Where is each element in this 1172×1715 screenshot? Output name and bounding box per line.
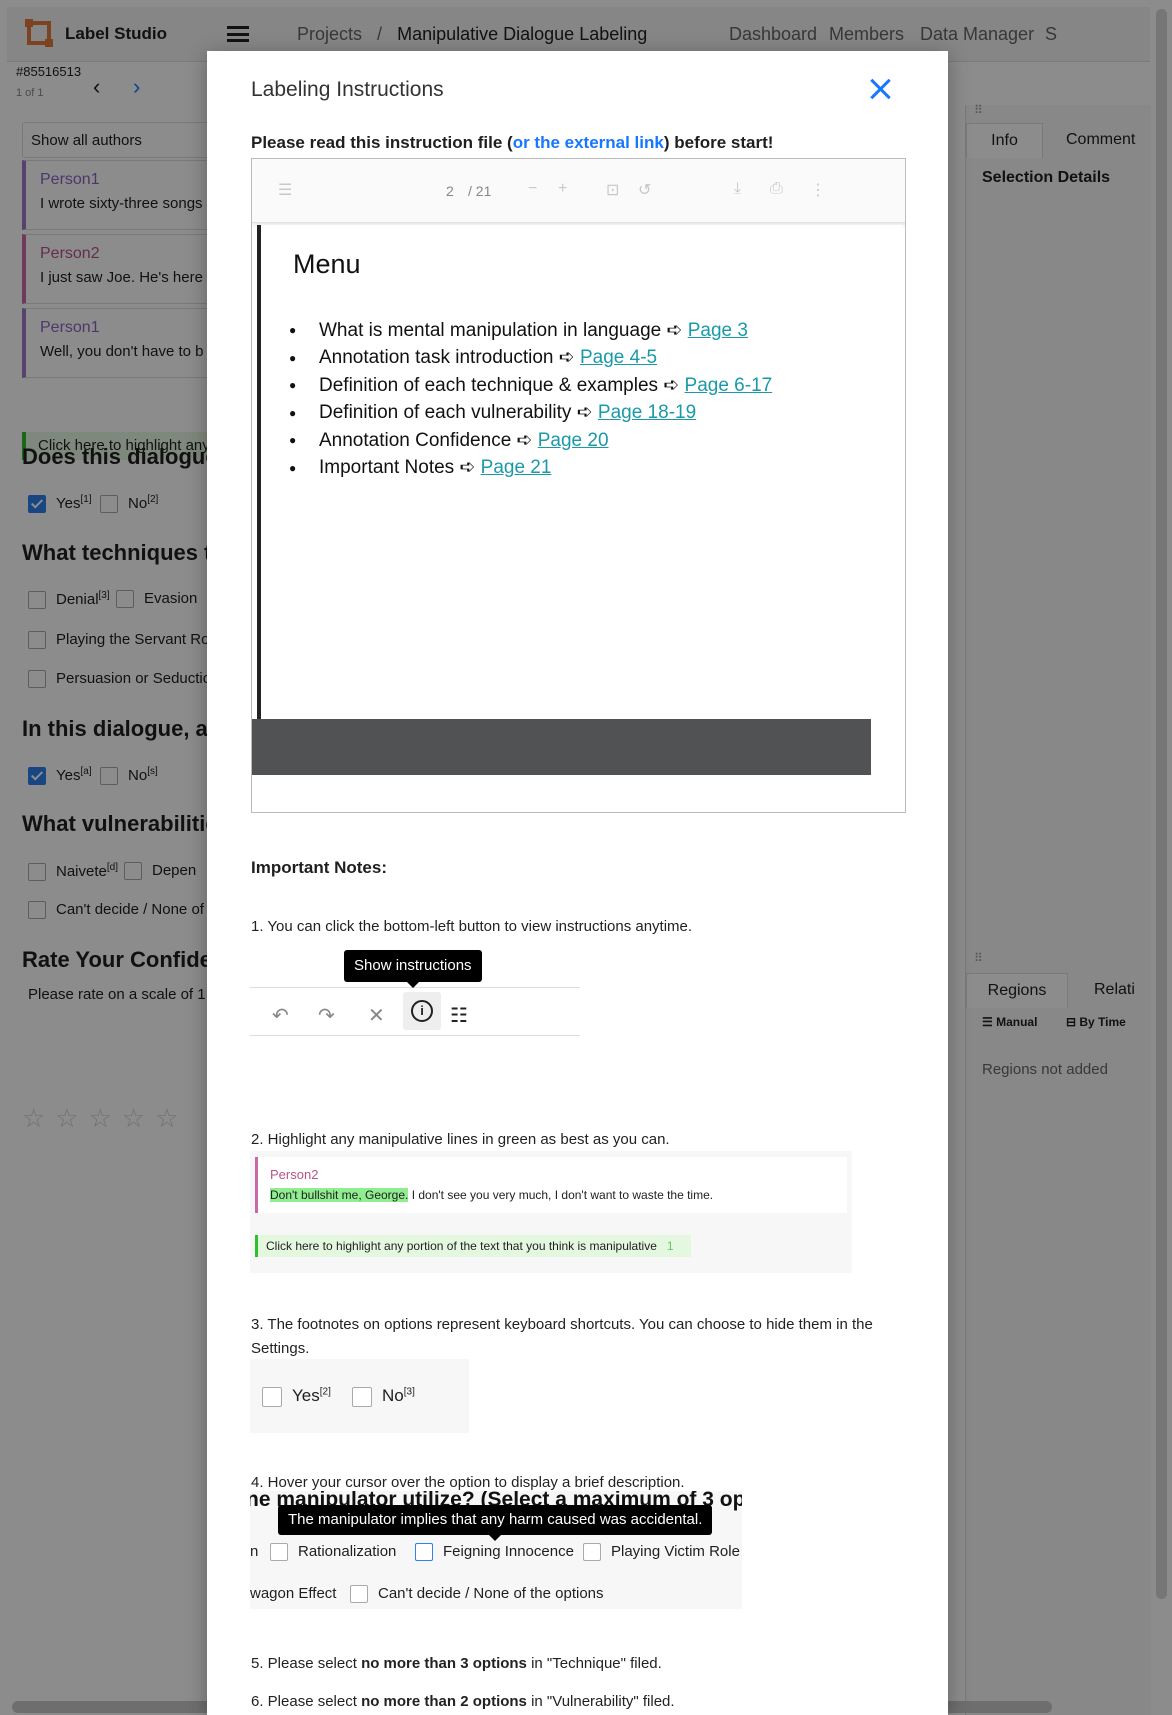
list-item: Annotation Confidence ➪ Page 20 (289, 427, 772, 454)
note-3: 3. The footnotes on options represent ke… (251, 1316, 873, 1357)
page-link[interactable]: Page 20 (538, 430, 609, 451)
fit-page-icon[interactable]: ⊡ (606, 180, 619, 200)
shortcut-demo-image: Yes[2] No[3] (250, 1359, 469, 1433)
demo-option: Can't decide / None of the options (350, 1585, 604, 1604)
demo-yes: Yes[2] (262, 1386, 331, 1407)
note-2: 2. Highlight any manipulative lines in g… (251, 1131, 670, 1148)
sidebar-toggle-icon[interactable]: ☰ (278, 180, 292, 200)
instructions-modal: Labeling Instructions Please read this i… (207, 51, 948, 1715)
show-instructions-tooltip: Show instructions (344, 950, 482, 988)
option-description-tooltip: The manipulator implies that any harm ca… (278, 1505, 713, 1541)
zoom-out-icon[interactable]: − (528, 180, 537, 198)
pdf-viewer[interactable]: ☰ 2 / 21 − + ⊡ ↺ ⤓ ⎙ ⋮ Menu What is ment… (251, 158, 906, 813)
zoom-in-icon[interactable]: + (558, 180, 567, 198)
checkbox-icon (352, 1386, 372, 1407)
list-item: Definition of each vulnerability ➪ Page … (289, 399, 772, 426)
pdf-toolbar: ☰ 2 / 21 − + ⊡ ↺ ⤓ ⎙ ⋮ (252, 159, 905, 223)
pdf-menu-heading: Menu (293, 249, 361, 279)
list-item: Annotation task introduction ➪ Page 4-5 (289, 344, 772, 371)
pdf-page: Menu What is mental manipulation in lang… (257, 225, 902, 719)
intro-text: Please read this instruction file (or th… (251, 133, 774, 152)
page-link[interactable]: Page 3 (688, 320, 748, 341)
checkbox-icon (583, 1543, 601, 1562)
rotate-icon[interactable]: ↺ (638, 180, 651, 200)
demo-message: Person2 Don't bullshit me, George. I don… (255, 1157, 847, 1213)
notes-title: Important Notes: (251, 858, 387, 877)
more-options-icon[interactable]: ⋮ (810, 180, 826, 200)
highlight-demo-image: Person2 Don't bullshit me, George. I don… (250, 1151, 852, 1273)
page-link[interactable]: Page 18-19 (598, 402, 696, 423)
demo-no: No[3] (352, 1386, 415, 1407)
print-icon[interactable]: ⎙ (770, 180, 783, 198)
demo-option: Feigning Innocence (415, 1543, 574, 1562)
checkbox-icon (270, 1543, 288, 1562)
demo-highlight-label: Click here to highlight any portion of t… (255, 1235, 691, 1257)
checkbox-icon (415, 1543, 433, 1562)
page-link[interactable]: Page 4-5 (580, 347, 657, 368)
download-icon[interactable]: ⤓ (734, 180, 741, 198)
pdf-page-total: / 21 (468, 183, 492, 199)
note-4: 4. Hover your cursor over the option to … (251, 1474, 685, 1491)
app-page: Label Studio Projects / Manipulative Dia… (0, 0, 1172, 1715)
note-6: 6. Please select no more than 2 options … (251, 1693, 675, 1710)
note-1: 1. You can click the bottom-left button … (251, 918, 693, 935)
demo-text: Don't bullshit me, George. I don't see y… (270, 1188, 714, 1202)
list-item: Definition of each technique & examples … (289, 372, 772, 399)
checkbox-icon (262, 1386, 282, 1407)
page-link[interactable]: Page 21 (481, 457, 552, 478)
pdf-page-current[interactable]: 2 (446, 183, 454, 199)
close-icon[interactable] (866, 75, 894, 103)
info-icon: i (403, 992, 441, 1030)
modal-title: Labeling Instructions (251, 78, 444, 101)
demo-option: Rationalization (270, 1543, 396, 1562)
settings-sliders-icon: ☷ (450, 1005, 468, 1027)
note-5: 5. Please select no more than 3 options … (251, 1655, 662, 1672)
pdf-menu-list: What is mental manipulation in language … (289, 317, 772, 482)
checkbox-icon (350, 1585, 368, 1604)
external-link[interactable]: or the external link (513, 133, 664, 152)
clear-icon: ✕ (368, 1005, 385, 1027)
demo-author: Person2 (270, 1167, 319, 1182)
pdf-page-footer (252, 719, 871, 775)
undo-icon: ↶ (272, 1005, 289, 1027)
redo-icon: ↷ (318, 1005, 335, 1027)
demo-option: Playing Victim Role (583, 1543, 740, 1562)
list-item: What is mental manipulation in language … (289, 317, 772, 344)
page-link[interactable]: Page 6-17 (685, 375, 773, 396)
list-item: Important Notes ➪ Page 21 (289, 454, 772, 481)
